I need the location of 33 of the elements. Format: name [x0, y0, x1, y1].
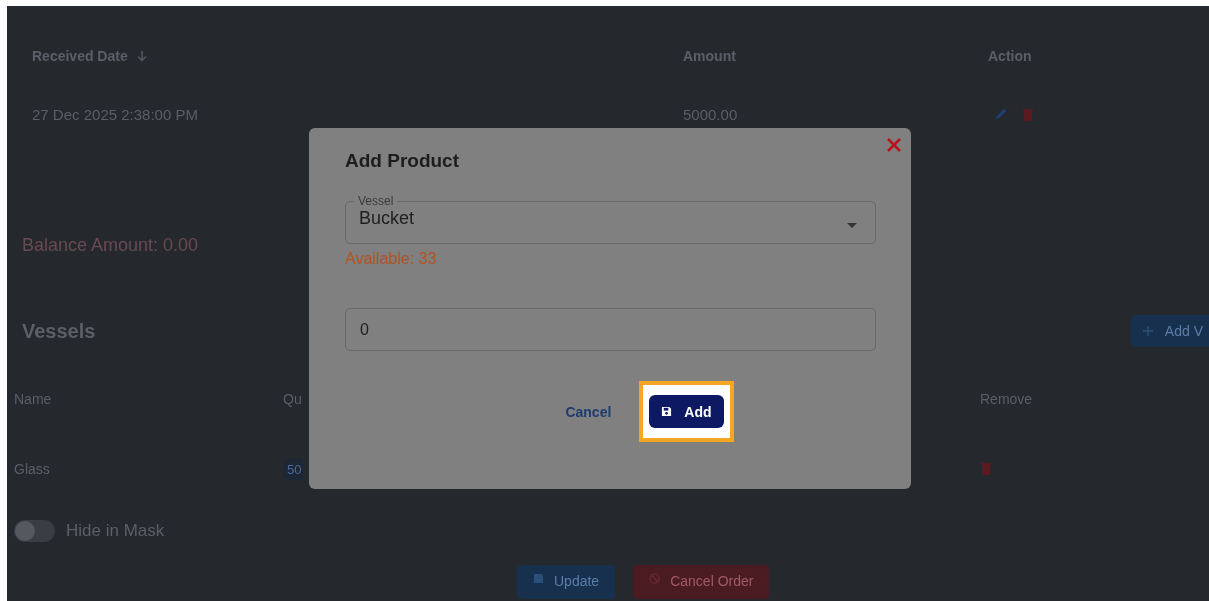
add-vessel-button[interactable]: Add V: [1130, 315, 1209, 347]
quantity-chip: 50: [283, 459, 304, 480]
trash-icon[interactable]: [980, 460, 992, 475]
vessel-select[interactable]: Vessel Bucket: [345, 194, 876, 244]
dialog-title: Add Product: [345, 150, 460, 172]
balance-amount: Balance Amount: 0.00: [22, 234, 199, 257]
cancel-icon: [649, 573, 661, 584]
update-button[interactable]: Update: [517, 565, 616, 599]
caret-icon: [847, 223, 857, 228]
column-header: Qu: [283, 391, 302, 407]
plus-icon: [1142, 326, 1153, 336]
add-button[interactable]: Add: [649, 395, 724, 428]
column-header[interactable]: Received Date: [32, 48, 128, 64]
cancel-order-button[interactable]: Cancel Order: [633, 565, 770, 599]
sort-arrow-icon[interactable]: [135, 50, 148, 62]
save-icon: [661, 406, 673, 417]
column-header[interactable]: Amount: [683, 48, 736, 64]
column-header: Remove: [980, 391, 1033, 407]
quantity-input[interactable]: 0: [345, 308, 876, 351]
close-icon[interactable]: [887, 138, 901, 152]
table-cell: Glass: [14, 461, 50, 477]
pencil-icon[interactable]: [994, 107, 1008, 121]
column-header: Name: [14, 391, 52, 407]
toggle-switch[interactable]: [14, 520, 55, 542]
table-cell: 27 Dec 2025 2:38:00 PM: [32, 105, 198, 123]
availability-text: Available: 33: [345, 250, 438, 268]
toggle-label: Hide in Mask: [66, 521, 165, 541]
section-title: Vessels: [22, 319, 96, 343]
trash-icon[interactable]: [1022, 107, 1034, 121]
column-header[interactable]: Action: [988, 48, 1032, 64]
save-icon: [533, 573, 544, 584]
table-cell: 5000.00: [683, 105, 738, 123]
cancel-button[interactable]: Cancel: [561, 399, 616, 424]
